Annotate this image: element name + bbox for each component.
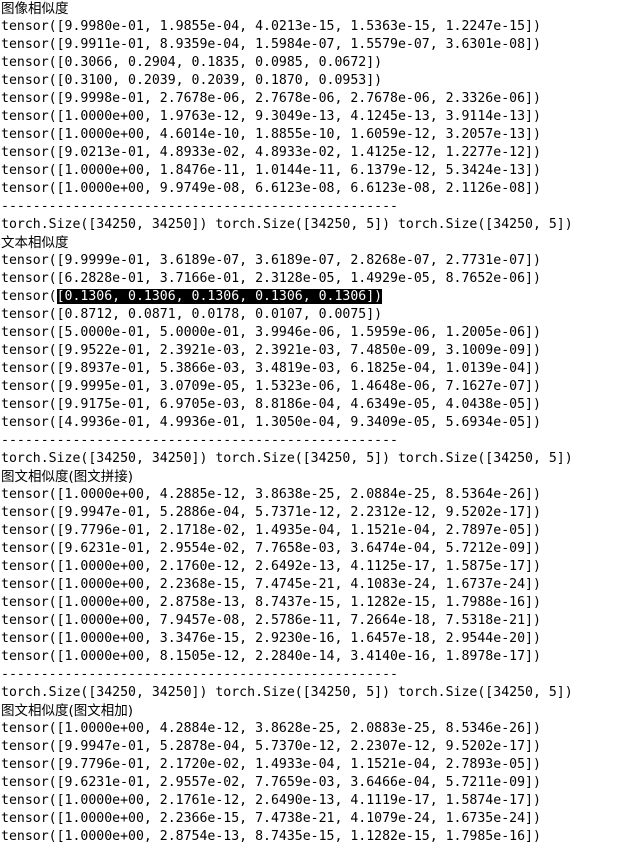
output-line: tensor([1.0000e+00, 4.2884e-12, 3.8628e-… (1, 721, 541, 736)
output-line: tensor([1.0000e+00, 9.9749e-08, 6.6123e-… (1, 181, 541, 196)
output-line: torch.Size([34250, 34250]) torch.Size([3… (1, 685, 573, 700)
output-line: tensor([0.3066, 0.2904, 0.1835, 0.0985, … (1, 55, 383, 70)
output-line: tensor([9.9522e-01, 2.3921e-03, 2.3921e-… (1, 343, 541, 358)
output-line: tensor([9.9911e-01, 8.9359e-04, 1.5984e-… (1, 37, 541, 52)
output-line: tensor([1.0000e+00, 7.9457e-08, 2.5786e-… (1, 613, 541, 628)
output-line: tensor([6.2828e-01, 3.7166e-01, 2.3128e-… (1, 271, 541, 286)
output-line: tensor([1.0000e+00, 8.1505e-12, 2.2840e-… (1, 649, 541, 664)
output-line: tensor([1.0000e+00, 2.8758e-13, 8.7437e-… (1, 595, 541, 610)
console-output[interactable]: 图像相似度 tensor([9.9980e-01, 1.9855e-04, 4.0… (1, 0, 634, 846)
output-line: tensor([9.7796e-01, 2.1720e-02, 1.4933e-… (1, 757, 541, 772)
separator-line: ----------------------------------------… (1, 199, 398, 214)
output-line: tensor([9.9999e-01, 3.6189e-07, 3.6189e-… (1, 253, 541, 268)
output-line: tensor([9.9980e-01, 1.9855e-04, 4.0213e-… (1, 19, 541, 34)
output-line: tensor([1.0000e+00, 2.1761e-12, 2.6490e-… (1, 793, 541, 808)
selected-text[interactable]: [0.1306, 0.1306, 0.1306, 0.1306, 0.1306]… (56, 289, 383, 304)
output-line: tensor([1.0000e+00, 4.6014e-10, 1.8855e-… (1, 127, 541, 142)
output-line-selected: tensor([0.1306, 0.1306, 0.1306, 0.1306, … (1, 288, 634, 306)
separator-line: ----------------------------------------… (1, 667, 398, 682)
output-line: tensor([1.0000e+00, 2.8754e-13, 8.7435e-… (1, 829, 541, 844)
output-line: tensor([9.9947e-01, 5.2878e-04, 5.7370e-… (1, 739, 541, 754)
output-line: tensor([1.0000e+00, 1.8476e-11, 1.0144e-… (1, 163, 541, 178)
output-line: tensor([4.9936e-01, 4.9936e-01, 1.3050e-… (1, 415, 541, 430)
output-line: tensor([9.0213e-01, 4.8933e-02, 4.8933e-… (1, 145, 541, 160)
output-line: tensor([5.0000e-01, 5.0000e-01, 3.9946e-… (1, 325, 541, 340)
output-line: tensor([9.8937e-01, 5.3866e-03, 3.4819e-… (1, 361, 541, 376)
section-heading: 文本相似度 (1, 235, 69, 251)
output-line: tensor([9.6231e-01, 2.9557e-02, 7.7659e-… (1, 775, 541, 790)
output-line-prefix: tensor( (1, 289, 57, 304)
section-heading: 图文相似度(图文相加) (1, 703, 134, 719)
section-heading: 图文相似度(图文拼接) (1, 469, 134, 485)
output-line: tensor([9.9998e-01, 2.7678e-06, 2.7678e-… (1, 91, 541, 106)
separator-line: ----------------------------------------… (1, 433, 398, 448)
output-line: tensor([9.7796e-01, 2.1718e-02, 1.4935e-… (1, 523, 541, 538)
output-line: tensor([9.9947e-01, 5.2886e-04, 5.7371e-… (1, 505, 541, 520)
output-line: tensor([1.0000e+00, 4.2885e-12, 3.8638e-… (1, 487, 541, 502)
output-line: tensor([9.9175e-01, 6.9705e-03, 8.8186e-… (1, 397, 541, 412)
output-line: tensor([1.0000e+00, 2.2366e-15, 7.4738e-… (1, 811, 541, 826)
output-line: tensor([1.0000e+00, 2.2368e-15, 7.4745e-… (1, 577, 541, 592)
output-line: torch.Size([34250, 34250]) torch.Size([3… (1, 451, 573, 466)
output-line: torch.Size([34250, 34250]) torch.Size([3… (1, 217, 573, 232)
output-line: tensor([0.8712, 0.0871, 0.0178, 0.0107, … (1, 307, 383, 322)
output-line: tensor([1.0000e+00, 3.3476e-15, 2.9230e-… (1, 631, 541, 646)
output-line: tensor([9.6231e-01, 2.9554e-02, 7.7658e-… (1, 541, 541, 556)
output-line: tensor([9.9995e-01, 3.0709e-05, 1.5323e-… (1, 379, 541, 394)
output-line: tensor([1.0000e+00, 1.9763e-12, 9.3049e-… (1, 109, 541, 124)
output-line: tensor([0.3100, 0.2039, 0.2039, 0.1870, … (1, 73, 383, 88)
section-heading: 图像相似度 (1, 1, 69, 17)
output-line: tensor([1.0000e+00, 2.1760e-12, 2.6492e-… (1, 559, 541, 574)
